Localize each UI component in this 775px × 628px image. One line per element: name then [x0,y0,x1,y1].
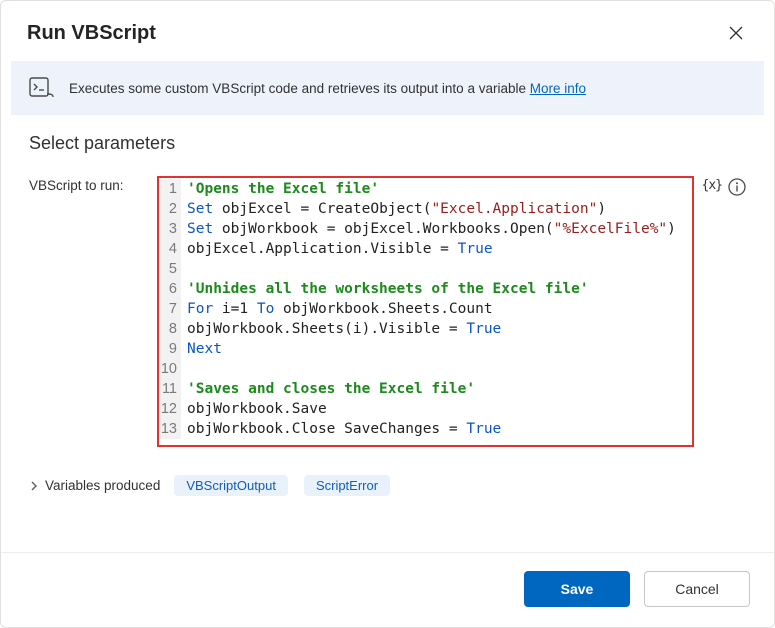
code-line: 12objWorkbook.Save [159,399,692,419]
variable-chip[interactable]: VBScriptOutput [174,475,288,496]
code-content: objWorkbook.Sheets(i).Visible = True [181,319,501,339]
code-content: 'Saves and closes the Excel file' [181,379,475,399]
code-line: 7For i=1 To objWorkbook.Sheets.Count [159,299,692,319]
close-icon [729,26,743,40]
code-content: Set objWorkbook = objExcel.Workbooks.Ope… [181,219,676,239]
code-content [181,359,187,379]
line-number: 4 [159,239,181,259]
code-content: Next [181,339,222,359]
line-number: 13 [159,419,181,439]
code-content [181,259,187,279]
info-text-content: Executes some custom VBScript code and r… [69,81,530,96]
code-content: objWorkbook.Close SaveChanges = True [181,419,501,439]
code-line: 9Next [159,339,692,359]
info-banner: Executes some custom VBScript code and r… [11,61,764,115]
dialog-body: Select parameters VBScript to run: 1'Ope… [1,115,774,552]
code-line: 2Set objExcel = CreateObject("Excel.Appl… [159,199,692,219]
variables-produced-label: Variables produced [45,478,160,493]
line-number: 2 [159,199,181,219]
code-content: 'Unhides all the worksheets of the Excel… [181,279,589,299]
info-text: Executes some custom VBScript code and r… [69,81,586,96]
line-number: 9 [159,339,181,359]
close-button[interactable] [722,19,750,47]
code-line: 4objExcel.Application.Visible = True [159,239,692,259]
variables-produced-toggle[interactable]: Variables produced [29,478,160,493]
line-number: 1 [159,179,181,199]
code-line: 5 [159,259,692,279]
section-title: Select parameters [29,133,746,154]
line-number: 7 [159,299,181,319]
dialog-header: Run VBScript [1,1,774,61]
code-line: 1'Opens the Excel file' [159,179,692,199]
code-content: objWorkbook.Save [181,399,327,419]
info-icon [728,178,746,196]
code-line: 13objWorkbook.Close SaveChanges = True [159,419,692,439]
line-number: 3 [159,219,181,239]
code-line: 10 [159,359,692,379]
line-number: 6 [159,279,181,299]
chevron-right-icon [29,480,39,492]
code-line: 6'Unhides all the worksheets of the Exce… [159,279,692,299]
code-content: For i=1 To objWorkbook.Sheets.Count [181,299,493,319]
more-info-link[interactable]: More info [530,81,586,96]
line-number: 8 [159,319,181,339]
param-info-button[interactable] [728,178,746,196]
param-label: VBScript to run: [29,176,149,193]
line-number: 5 [159,259,181,279]
variable-chip[interactable]: ScriptError [304,475,390,496]
code-line: 11'Saves and closes the Excel file' [159,379,692,399]
editor-side-icons: {x} [702,176,746,196]
code-content: objExcel.Application.Visible = True [181,239,493,259]
variables-produced-row: Variables produced VBScriptOutput ScriptE… [29,475,746,496]
param-row-vbscript: VBScript to run: 1'Opens the Excel file'… [29,176,746,447]
code-line: 8objWorkbook.Sheets(i).Visible = True [159,319,692,339]
dialog-title: Run VBScript [27,22,156,45]
line-number: 12 [159,399,181,419]
code-content: Set objExcel = CreateObject("Excel.Appli… [181,199,606,219]
script-icon [29,77,55,99]
code-content: 'Opens the Excel file' [181,179,379,199]
code-line: 3Set objWorkbook = objExcel.Workbooks.Op… [159,219,692,239]
cancel-button[interactable]: Cancel [644,571,750,607]
save-button[interactable]: Save [524,571,630,607]
line-number: 11 [159,379,181,399]
dialog-footer: Save Cancel [1,552,774,627]
variable-picker-button[interactable]: {x} [702,178,722,193]
code-editor[interactable]: 1'Opens the Excel file'2Set objExcel = C… [157,176,694,447]
variable-chips: VBScriptOutput ScriptError [174,475,390,496]
line-number: 10 [159,359,181,379]
